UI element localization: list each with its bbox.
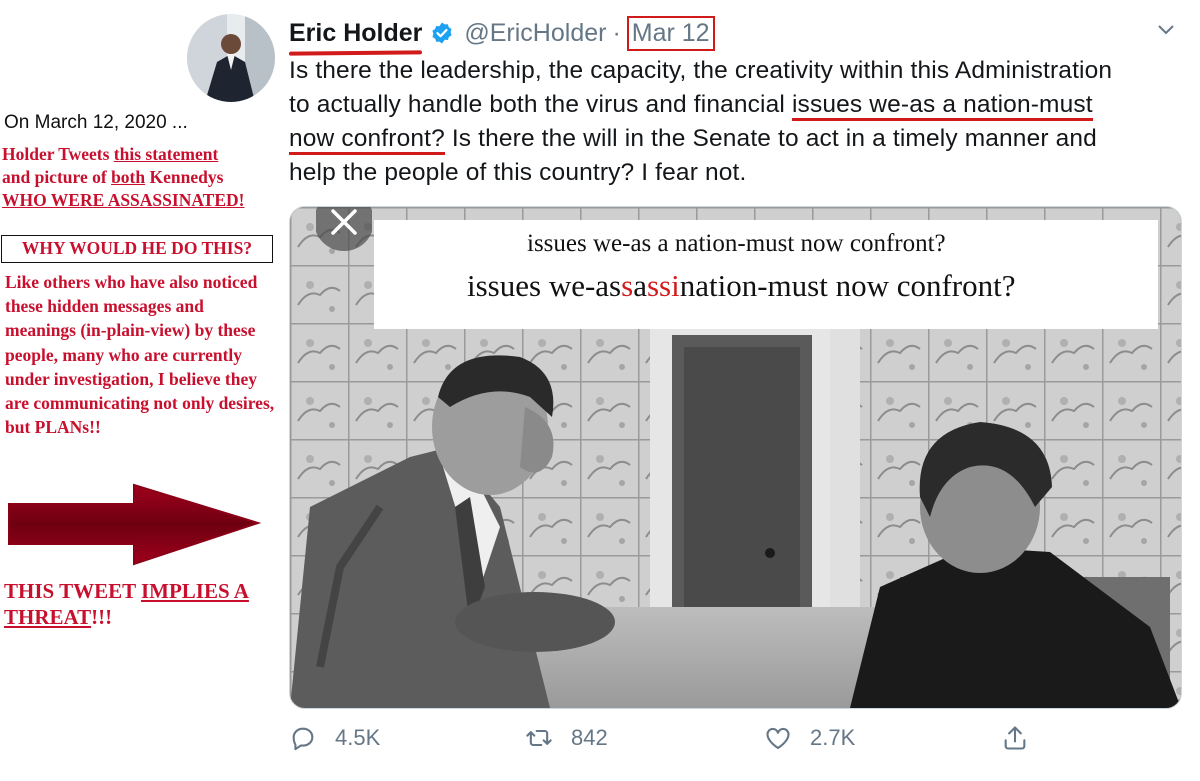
- close-icon[interactable]: [316, 207, 372, 251]
- tweet-line: to actually handle both the virus and fi…: [289, 88, 1189, 122]
- tweet-line: help the people of this country? I fear …: [289, 159, 747, 186]
- verified-icon: [432, 22, 452, 44]
- avatar[interactable]: [187, 14, 275, 102]
- annotation-intro: Holder Tweets this statement and picture…: [2, 144, 245, 210]
- tweet-media-image[interactable]: issues we-as a nation-must now confront?…: [289, 206, 1182, 709]
- tweet-actions: 4.5K 842 2.7K: [289, 724, 1049, 764]
- tweet-text: Is there the leadership, the capacity, t…: [289, 54, 1189, 190]
- tweet-date[interactable]: Mar 12: [626, 15, 715, 51]
- underlined-phrase: issues we-as a nation-must: [791, 91, 1093, 121]
- overlay-line-2: issues we-assassination-must now confron…: [467, 268, 1016, 303]
- reply-count: 4.5K: [335, 725, 381, 750]
- tweet-header: Eric Holder @EricHolder · Mar 12: [288, 15, 715, 56]
- like-count: 2.7K: [810, 725, 856, 750]
- annotation-question-box: WHY WOULD HE DO THIS?: [1, 235, 273, 263]
- reply-icon: [292, 727, 314, 751]
- author-handle[interactable]: @EricHolder: [464, 19, 606, 48]
- overlay-caption-box: issues we-as a nation-must now confront?…: [374, 220, 1158, 329]
- tweet-line: now confront? Is there the will in the S…: [289, 122, 1189, 156]
- chevron-down-icon[interactable]: [1156, 20, 1176, 40]
- retweet-icon: [526, 729, 552, 747]
- author-name[interactable]: Eric Holder: [288, 19, 423, 56]
- like-button[interactable]: 2.7K: [764, 724, 855, 752]
- retweet-button[interactable]: 842: [525, 724, 608, 752]
- reply-button[interactable]: 4.5K: [289, 724, 380, 752]
- share-button[interactable]: [1001, 724, 1047, 752]
- retweet-count: 842: [571, 725, 608, 750]
- annotation-threat: THIS TWEET IMPLIES A THREAT!!!: [4, 579, 249, 629]
- separator-dot: ·: [612, 18, 621, 47]
- annotation-paragraph: Like others who have also noticed these …: [5, 272, 275, 438]
- share-icon: [1004, 726, 1026, 750]
- annotation-date: On March 12, 2020 ...: [4, 112, 188, 133]
- arrow-right-icon: [8, 483, 262, 566]
- tweet-line: Is there the leadership, the capacity, t…: [289, 57, 1113, 84]
- like-icon: [766, 727, 790, 749]
- overlay-line-1: issues we-as a nation-must now confront?: [527, 230, 946, 257]
- underlined-phrase: now confront?: [289, 125, 445, 155]
